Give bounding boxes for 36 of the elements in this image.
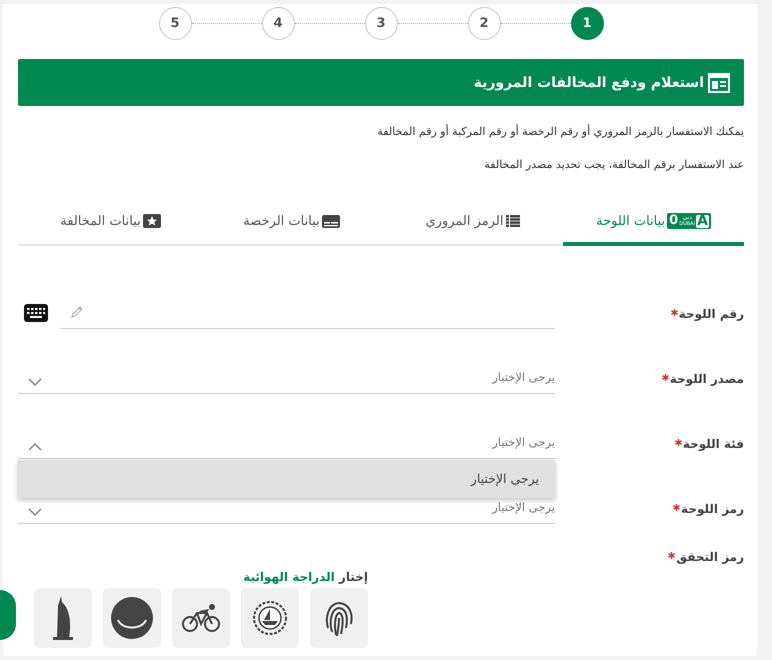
captcha-tile[interactable] bbox=[103, 588, 161, 648]
bicycle-icon bbox=[182, 603, 220, 633]
pencil-icon bbox=[70, 305, 84, 319]
step-circle[interactable]: 4 bbox=[262, 7, 294, 40]
field-label: رمز التحقق bbox=[676, 550, 744, 564]
captcha-tile[interactable] bbox=[241, 588, 299, 648]
tab[interactable]: بيانات الرخصة bbox=[201, 196, 382, 246]
info-text: عند الاستفسار برقم المخالفة، يجب تحديد مصدر المخالفة bbox=[483, 157, 744, 173]
select-field[interactable]: يرجى الإختيار bbox=[18, 361, 555, 394]
list-icon bbox=[506, 215, 520, 227]
step-circle[interactable]: 3 bbox=[364, 7, 398, 40]
calendar-icon bbox=[708, 72, 730, 92]
field-label: مصدر اللوحة bbox=[670, 372, 744, 386]
step-circle[interactable]: 5 bbox=[158, 7, 192, 40]
captcha-prompt: إختار الدراجة الهوائية bbox=[242, 570, 368, 584]
tab[interactable]: بيانات المخالفة bbox=[20, 196, 201, 246]
step-circle[interactable]: 1 bbox=[570, 7, 604, 40]
dropdown-option[interactable]: يرجى الإختيار bbox=[18, 460, 555, 498]
select-field[interactable]: يرجى الإختيار bbox=[18, 491, 555, 524]
tab[interactable]: الرمز المروري bbox=[382, 196, 563, 246]
ticket-icon bbox=[142, 214, 161, 228]
field-label: فئة اللوحة bbox=[682, 437, 744, 451]
header-title: استعلام ودفع المخالفات المرورية bbox=[474, 74, 704, 90]
step-circle[interactable]: 2 bbox=[468, 7, 500, 40]
captcha-tile[interactable] bbox=[172, 588, 230, 648]
keyboard-icon[interactable] bbox=[24, 304, 48, 322]
tower-icon bbox=[51, 596, 75, 640]
captcha-tile[interactable] bbox=[310, 588, 368, 648]
select-field[interactable]: يرجى الإختيار bbox=[18, 426, 555, 459]
card-icon bbox=[322, 214, 340, 228]
smiley-icon bbox=[110, 596, 154, 640]
emblem-icon bbox=[252, 600, 288, 636]
field-label: رقم اللوحة bbox=[678, 307, 744, 321]
info-text: يمكنك الاستفسار بالرمز المروري أو رقم الرخصة أو رقم المركبة أو رقم المخالفة bbox=[376, 124, 744, 140]
captcha-tile[interactable] bbox=[34, 588, 92, 648]
field-label: رمز اللوحة bbox=[681, 502, 744, 516]
